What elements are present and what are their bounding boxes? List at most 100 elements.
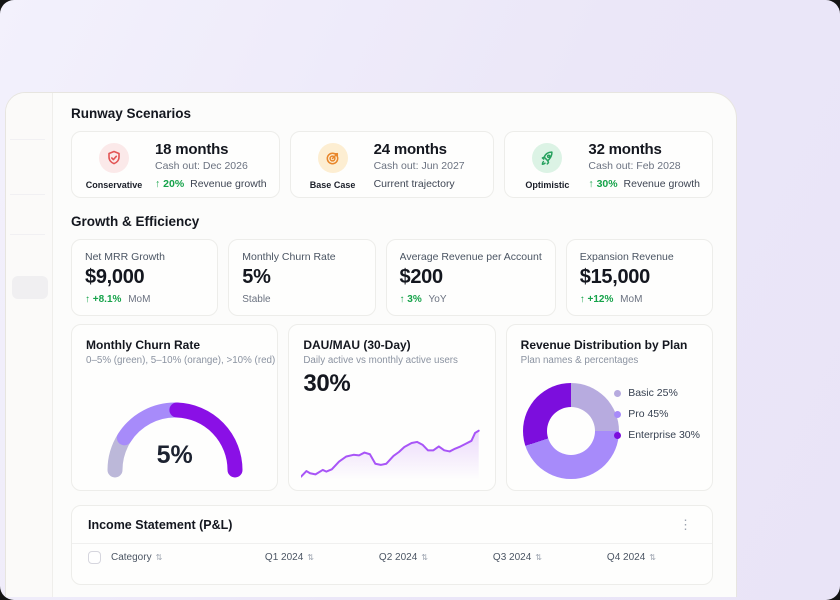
line-chart: [301, 424, 482, 480]
column-header-q2-2024[interactable]: Q2 2024 ⇅: [314, 552, 428, 563]
column-label: Category: [111, 552, 152, 563]
sidebar-divider: [10, 234, 45, 235]
metric-delta-row: Stable: [242, 294, 361, 305]
sidebar-divider: [10, 139, 45, 140]
metric-value: $15,000: [579, 266, 651, 288]
main-panel: Runway Scenarios Conservative 18 months …: [5, 92, 737, 597]
section-title-runway-scenarios: Runway Scenarios: [71, 106, 192, 121]
select-all-checkbox[interactable]: [88, 551, 101, 564]
metric-delta-row: ↑ +12% MoM: [580, 294, 699, 305]
legend-dot: [614, 410, 622, 418]
growth-delta: ↑ 20%: [155, 178, 185, 190]
column-label: Q3 2024: [492, 552, 532, 563]
legend-item-enterprise: Enterprise 30%: [614, 429, 700, 441]
scenario-delta-row: Current trajectory: [374, 178, 482, 190]
column-label: Q4 2024: [606, 552, 646, 563]
column-header-category[interactable]: Category ⇅: [111, 552, 200, 563]
scenario-details: 24 months Cash out: Jun 2027 Current tra…: [374, 141, 482, 190]
column-label: Q2 2024: [378, 552, 418, 563]
chart-title: Monthly Churn Rate: [86, 338, 200, 352]
income-statement-header: Income Statement (P&L) ⋮: [72, 506, 712, 543]
kebab-menu-icon[interactable]: ⋮: [675, 518, 696, 532]
legend-dot: [614, 431, 622, 439]
metric-delta: ↑ +8.1%: [85, 294, 122, 305]
metric-card-monthly-churn-rate: Monthly Churn Rate 5% Stable: [228, 239, 376, 316]
metric-label: Net MRR Growth: [85, 251, 165, 263]
scenario-label: Base Case: [309, 180, 356, 190]
section-title-growth-efficiency: Growth & Efficiency: [71, 214, 200, 229]
column-label: Q1 2024: [264, 552, 304, 563]
metric-label: Monthly Churn Rate: [242, 251, 336, 263]
scenario-delta-row: ↑ 30% Revenue growth: [588, 178, 700, 190]
sidebar-item-placeholder[interactable]: [12, 276, 48, 299]
sort-icon[interactable]: ⇅: [307, 553, 314, 562]
sidebar-divider: [10, 194, 45, 195]
scenario-card-conservative: Conservative 18 months Cash out: Dec 202…: [71, 131, 280, 198]
growth-note: Revenue growth: [190, 178, 267, 190]
chart-subtitle: Daily active vs monthly active users: [303, 355, 458, 366]
legend-item-basic: Basic 25%: [614, 387, 700, 399]
target-icon: [317, 143, 348, 173]
growth-note: Revenue growth: [623, 178, 700, 190]
scenario-card-optimistic: Optimistic 32 months Cash out: Feb 2028 …: [504, 131, 713, 198]
runway-scenario-row: Conservative 18 months Cash out: Dec 202…: [71, 131, 713, 198]
scenario-icon-block: Base Case: [301, 141, 365, 190]
metric-card-expansion-revenue: Expansion Revenue $15,000 ↑ +12% MoM: [565, 239, 713, 316]
screenshot-root: Runway Scenarios Conservative 18 months …: [0, 0, 840, 600]
metric-label: Average Revenue per Account: [399, 251, 542, 263]
rocket-icon: [532, 143, 563, 173]
table-header-row: Category ⇅ Q1 2024 ⇅ Q2 2024 ⇅ Q3 2024 ⇅…: [72, 543, 712, 571]
scenario-card-base-case: Base Case 24 months Cash out: Jun 2027 C…: [289, 131, 495, 198]
metric-delta-row: ↑ +8.1% MoM: [85, 294, 204, 305]
sort-icon[interactable]: ⇅: [421, 553, 428, 562]
growth-delta: ↑ 30%: [588, 178, 618, 190]
chart-subtitle: 0–5% (green), 5–10% (orange), >10% (red): [86, 355, 276, 366]
scenario-cashout: Cash out: Dec 2026: [155, 160, 248, 172]
scenario-label: Optimistic: [525, 180, 570, 190]
app-background: Runway Scenarios Conservative 18 months …: [0, 0, 840, 600]
legend-label: Basic 25%: [628, 387, 678, 399]
sidebar: [6, 93, 53, 597]
scenario-months: 24 months: [373, 141, 447, 158]
donut-chart: [522, 383, 619, 479]
metric-card-avg-revenue-per-account: Average Revenue per Account $200 ↑ 3% Yo…: [385, 239, 556, 316]
sort-icon[interactable]: ⇅: [649, 553, 656, 562]
scenario-months: 18 months: [155, 141, 229, 158]
metric-delta: ↑ 3%: [399, 294, 422, 305]
legend-label: Enterprise 30%: [628, 429, 700, 441]
income-statement-card: Income Statement (P&L) ⋮ Category ⇅ Q1 2…: [71, 505, 713, 585]
scenario-cashout: Cash out: Feb 2028: [588, 160, 681, 172]
chart-row: Monthly Churn Rate 0–5% (green), 5–10% (…: [71, 324, 713, 491]
chart-subtitle: Plan names & percentages: [520, 355, 639, 366]
metric-delta: ↑ +12%: [579, 294, 614, 305]
growth-note: Current trajectory: [373, 178, 455, 190]
metric-card-net-mrr-growth: Net MRR Growth $9,000 ↑ +8.1% MoM: [71, 239, 219, 316]
dashboard-content: Runway Scenarios Conservative 18 months …: [53, 93, 736, 597]
scenario-label: Conservative: [85, 180, 143, 190]
metric-note: MoM: [620, 294, 643, 305]
metric-note: Stable: [242, 294, 271, 305]
metric-label: Expansion Revenue: [579, 251, 674, 263]
scenario-icon-block: Conservative: [82, 141, 146, 190]
metric-value: 5%: [242, 266, 271, 288]
scenario-details: 32 months Cash out: Feb 2028 ↑ 30% Reven…: [588, 141, 700, 190]
dau-mau-value: 30%: [303, 370, 351, 397]
dau-mau-chart-card: DAU/MAU (30-Day) Daily active vs monthly…: [288, 324, 496, 491]
gauge-value: 5%: [156, 441, 193, 469]
sort-icon[interactable]: ⇅: [156, 553, 163, 562]
chart-title: DAU/MAU (30-Day): [303, 338, 411, 352]
metric-note: MoM: [128, 294, 151, 305]
scenario-details: 18 months Cash out: Dec 2026 ↑ 20% Reven…: [155, 141, 267, 190]
scenario-icon-block: Optimistic: [515, 141, 579, 190]
scenario-months: 32 months: [588, 141, 662, 158]
column-header-q3-2024[interactable]: Q3 2024 ⇅: [428, 552, 542, 563]
legend-label: Pro 45%: [628, 408, 669, 420]
sort-icon[interactable]: ⇅: [535, 553, 542, 562]
metric-delta-row: ↑ 3% YoY: [400, 294, 542, 305]
metric-value: $200: [399, 266, 444, 288]
column-header-q1-2024[interactable]: Q1 2024 ⇅: [200, 552, 314, 563]
metric-row: Net MRR Growth $9,000 ↑ +8.1% MoM Monthl…: [71, 239, 713, 316]
scenario-cashout: Cash out: Jun 2027: [373, 160, 465, 172]
shield-check-icon: [99, 143, 129, 173]
column-header-q4-2024[interactable]: Q4 2024 ⇅: [542, 552, 656, 563]
